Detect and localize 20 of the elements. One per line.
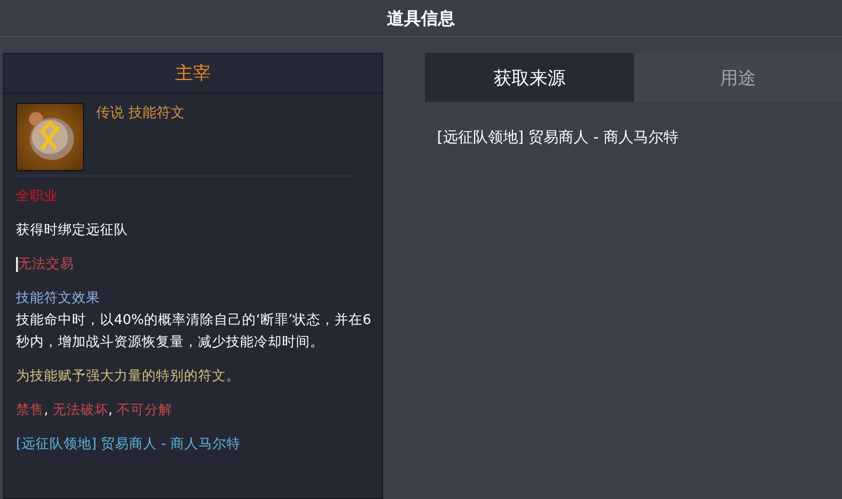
trade-restriction: 无法交易: [18, 255, 74, 274]
item-restriction: 无法破坏: [52, 401, 108, 420]
effect-description: 技能命中时，以40%的概率清除自己的‘断罪’状态，并在6秒内，增加战斗资源恢复量，减少技能冷却时间。: [16, 312, 372, 350]
separator: ,: [108, 401, 113, 420]
window-title: 道具信息: [387, 8, 455, 30]
text-cursor-icon: [16, 256, 18, 272]
effect-title: 技能符文效果: [16, 289, 100, 308]
item-source: [远征队领地] 贸易商人 - 商人马尔特: [16, 435, 240, 454]
tab[interactable]: 用途: [634, 53, 842, 102]
flavor-text: 为技能赋予强大力量的特别的符文。: [16, 367, 240, 386]
item-restriction: 禁售: [16, 401, 44, 420]
binding-text: 获得时绑定远征队: [16, 221, 128, 240]
tab[interactable]: 获取来源: [425, 53, 634, 102]
item-restriction: 不可分解: [116, 401, 173, 420]
rune-stone-icon: [16, 103, 84, 171]
item-name: 主宰: [175, 62, 211, 85]
class-restriction: 全职业: [16, 187, 58, 206]
source-entry: [远征队领地] 贸易商人 - 商人马尔特: [436, 127, 680, 147]
item-grade-type: 传说 技能符文: [96, 104, 184, 123]
separator: ,: [44, 401, 48, 420]
